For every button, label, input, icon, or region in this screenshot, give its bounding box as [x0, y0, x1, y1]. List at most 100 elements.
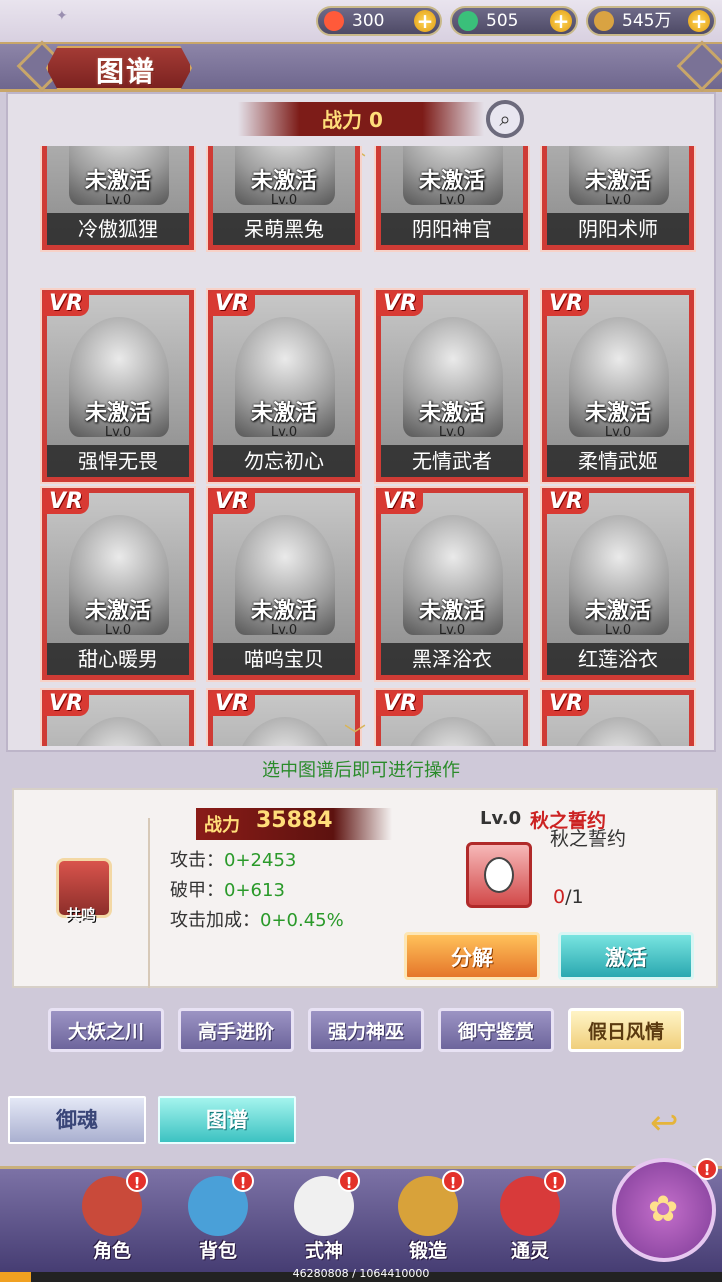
add-jade-button[interactable]: + — [550, 10, 572, 32]
card-level: Lv.0 — [104, 623, 132, 638]
collection-card[interactable]: VR 未激活 Lv.0 无情武者 — [376, 290, 528, 482]
filter-amulet[interactable]: 御守鉴赏 — [438, 1008, 554, 1052]
character-portrait-icon — [484, 857, 514, 893]
nav-label: 式神 — [304, 1240, 343, 1262]
nav-bag[interactable]: ! 背包 — [178, 1166, 258, 1270]
nav-forge[interactable]: ! 锻造 — [388, 1166, 468, 1270]
magnifier-icon: ⌕ — [499, 107, 511, 131]
fire-resource: 300 + — [316, 6, 442, 36]
collection-card[interactable]: VR 未激活 Lv.0 强悍无畏 — [42, 290, 194, 482]
alert-badge: ! — [696, 1158, 718, 1180]
decompose-button[interactable]: 分解 — [404, 932, 540, 980]
add-coin-button[interactable]: + — [688, 10, 710, 32]
card-state: 未激活 — [250, 599, 317, 624]
back-arrow-icon[interactable]: ↩ — [650, 1106, 696, 1142]
collection-card[interactable]: VR 未激活 Lv.0 红莲浴衣 — [542, 488, 694, 680]
card-level: Lv.0 — [270, 425, 298, 440]
nav-character[interactable]: ! 角色 — [72, 1166, 152, 1270]
card-name: 阴阳术师 — [547, 213, 689, 245]
stat-label: 攻击： — [170, 850, 224, 871]
scroll-down-arrow-icon: ﹀ — [344, 724, 367, 749]
alert-badge: ! — [544, 1170, 566, 1192]
card-state: 未激活 — [418, 169, 485, 194]
filter-dayao[interactable]: 大妖之川 — [48, 1008, 164, 1052]
fire-value: 300 — [352, 11, 385, 31]
card-name: 呆萌黑兔 — [213, 213, 355, 245]
card-name: 甜心暖男 — [47, 643, 189, 675]
collection-card[interactable]: VR — [208, 690, 360, 746]
card-portrait — [235, 717, 335, 746]
rarity-badge: VR — [209, 291, 255, 316]
collection-card[interactable]: VR 未激活 Lv.0 喵呜宝贝 — [208, 488, 360, 680]
page-title: 图谱 — [96, 55, 157, 88]
stat-label: 破甲： — [170, 880, 224, 901]
alert-badge: ! — [338, 1170, 360, 1192]
add-fire-button[interactable]: + — [414, 10, 436, 32]
search-button[interactable]: ⌕ — [486, 100, 524, 138]
card-name: 强悍无畏 — [47, 445, 189, 477]
butterfly-icon: ✦ — [56, 8, 68, 24]
card-name: 红莲浴衣 — [547, 643, 689, 675]
item-need: /1 — [565, 886, 584, 908]
card-portrait — [69, 717, 169, 746]
nav-label: 锻造 — [408, 1240, 447, 1262]
filter-shaman[interactable]: 强力神巫 — [308, 1008, 424, 1052]
rarity-badge: VR — [43, 291, 89, 316]
card-level: Lv.0 — [270, 623, 298, 638]
jade-value: 505 — [486, 11, 519, 31]
selection-hint: 选中图谱后即可进行操作 — [262, 760, 460, 781]
nav-summon[interactable]: ! 通灵 — [490, 1166, 570, 1270]
card-name: 喵呜宝贝 — [213, 643, 355, 675]
tab-collection[interactable]: 图谱 — [158, 1096, 296, 1144]
filter-holiday[interactable]: 假日风情 — [568, 1008, 684, 1052]
collection-card[interactable]: 未激活 Lv.0 阴阳术师 — [542, 146, 694, 250]
alert-badge: ! — [442, 1170, 464, 1192]
card-level: Lv.0 — [604, 425, 632, 440]
rarity-badge: VR — [377, 291, 423, 316]
collection-card[interactable]: VR — [542, 690, 694, 746]
alert-badge: ! — [232, 1170, 254, 1192]
tab-soul[interactable]: 御魂 — [8, 1096, 146, 1144]
nav-label: 通灵 — [510, 1240, 549, 1262]
collection-card[interactable]: VR 未激活 Lv.0 勿忘初心 — [208, 290, 360, 482]
collection-card[interactable]: 未激活 Lv.0 阴阳神官 — [376, 146, 528, 250]
rarity-badge: VR — [377, 489, 423, 514]
stat-attack: 攻击：0+2453 — [170, 846, 296, 872]
rarity-badge: VR — [543, 489, 589, 514]
collection-card[interactable]: VR — [376, 690, 528, 746]
card-level: Lv.0 — [104, 193, 132, 208]
nav-shikigami[interactable]: ! 式神 — [284, 1166, 364, 1270]
main-menu-button[interactable]: ✿ ! — [612, 1158, 718, 1262]
collection-card[interactable]: 未激活 Lv.0 呆萌黑兔 — [208, 146, 360, 250]
filter-advanced[interactable]: 高手进阶 — [178, 1008, 294, 1052]
jade-icon — [458, 11, 478, 31]
collection-card[interactable]: 未激活 Lv.0 冷傲狐狸 — [42, 146, 194, 250]
nav-label: 角色 — [92, 1240, 131, 1262]
card-level: Lv.0 — [104, 425, 132, 440]
stat-armor-break: 破甲：0+613 — [170, 876, 285, 902]
collection-card[interactable]: VR 未激活 Lv.0 黑泽浴衣 — [376, 488, 528, 680]
stat-value: 0+0.45% — [260, 910, 344, 931]
card-name: 柔情武姬 — [547, 445, 689, 477]
rarity-badge: VR — [43, 691, 89, 716]
collection-card[interactable]: VR 未激活 Lv.0 甜心暖男 — [42, 488, 194, 680]
card-grid[interactable]: 未激活 Lv.0 冷傲狐狸 未激活 Lv.0 呆萌黑兔 未激活 Lv.0 阴阳神… — [38, 146, 698, 746]
jade-resource: 505 + — [450, 6, 578, 36]
collection-card[interactable]: VR — [42, 690, 194, 746]
card-level: Lv.0 — [438, 193, 466, 208]
cp-label: 战力 — [204, 815, 240, 836]
fire-icon — [324, 11, 344, 31]
set-item-slot[interactable] — [466, 842, 532, 908]
card-portrait — [403, 717, 503, 746]
card-state: 未激活 — [84, 169, 151, 194]
rarity-badge: VR — [209, 489, 255, 514]
card-state: 未激活 — [584, 169, 651, 194]
card-name: 黑泽浴衣 — [381, 643, 523, 675]
nav-label: 背包 — [198, 1240, 237, 1262]
item-have: 0 — [553, 886, 566, 908]
card-level: Lv.0 — [438, 623, 466, 638]
collection-card[interactable]: VR 未激活 Lv.0 柔情武姬 — [542, 290, 694, 482]
activate-button[interactable]: 激活 — [558, 932, 694, 980]
card-name: 勿忘初心 — [213, 445, 355, 477]
set-item-count: 0/1 — [553, 886, 584, 908]
